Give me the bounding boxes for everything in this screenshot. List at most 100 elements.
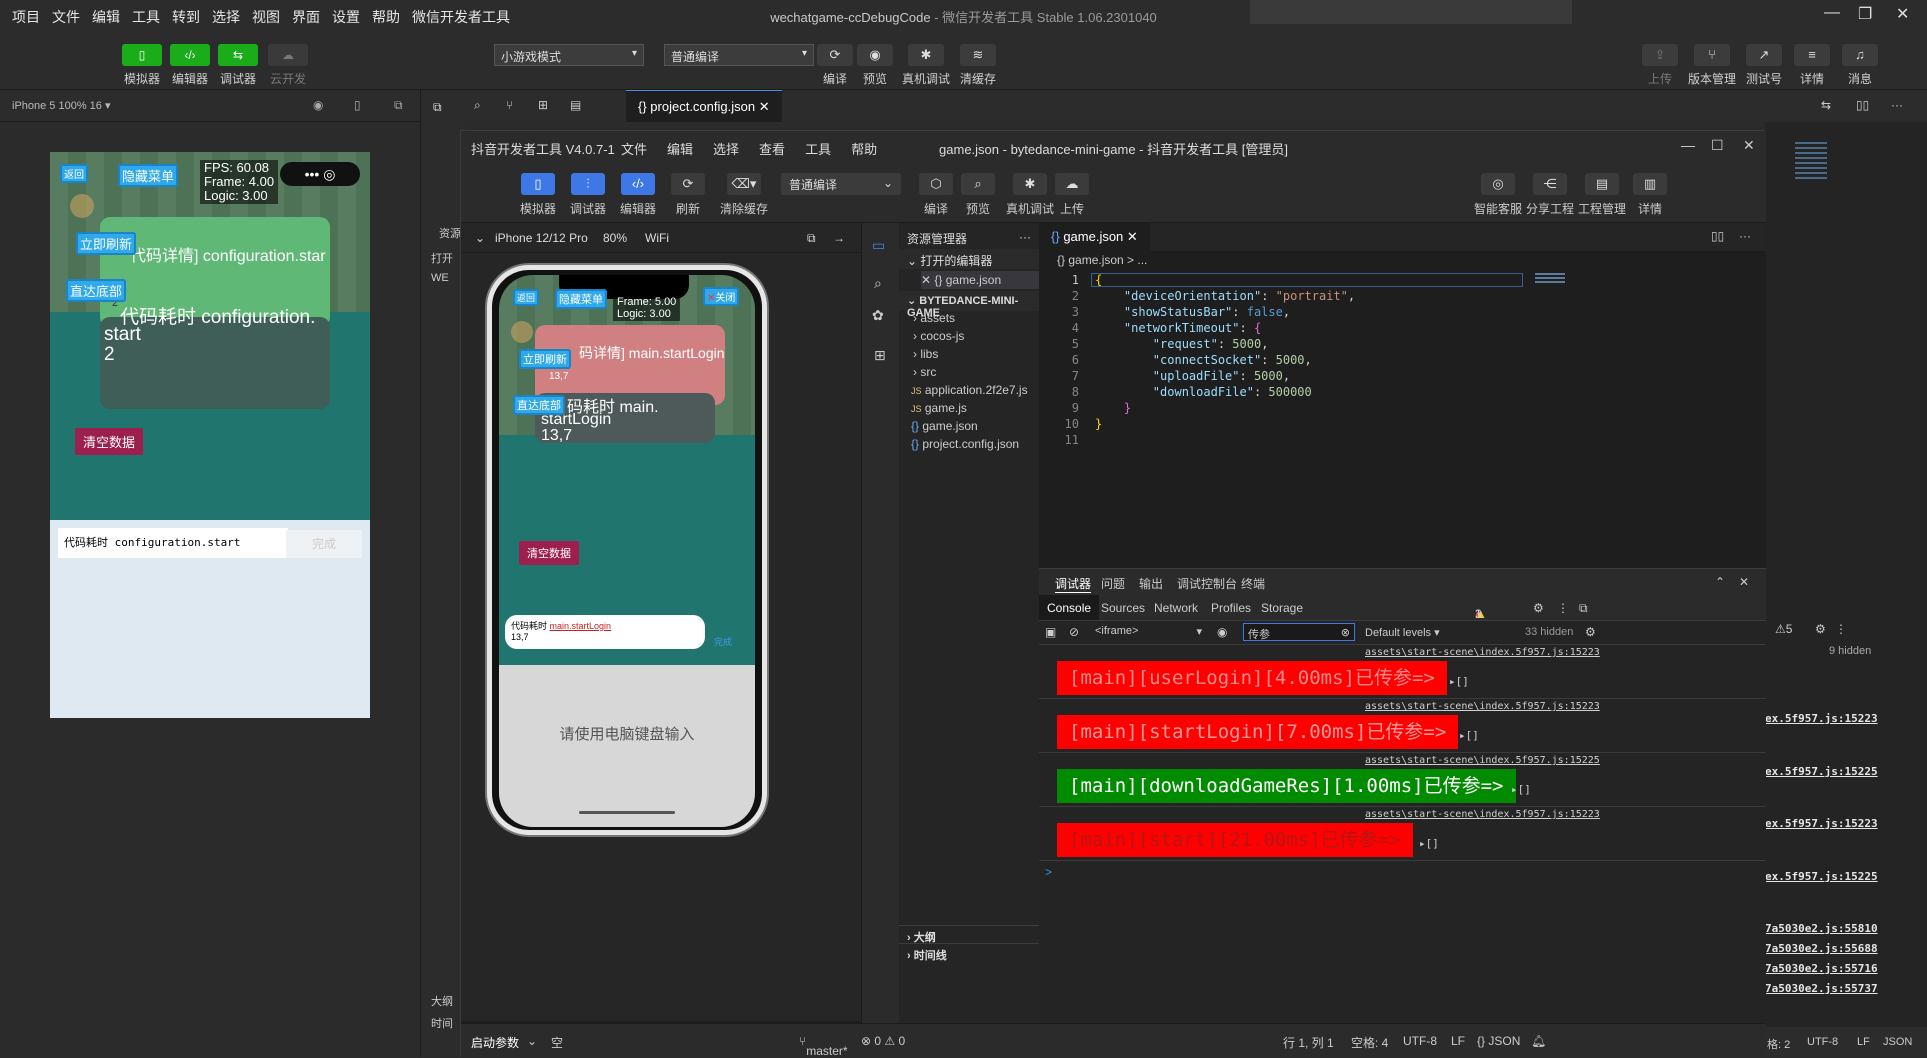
tab-sources[interactable]: Sources (1101, 601, 1145, 615)
source-link[interactable]: 7a5030e2.js:55810 (1765, 922, 1878, 935)
folder-src[interactable]: › src (913, 365, 936, 379)
outline-section[interactable]: › 大纲 (899, 925, 1039, 945)
tab-profiles[interactable]: Profiles (1211, 601, 1251, 615)
back-button[interactable]: 返回 (60, 164, 88, 183)
done-button[interactable]: 完成 (286, 530, 362, 558)
indent-status[interactable]: 空格: 4 (1351, 1034, 1388, 1051)
log-array[interactable]: ▸[] (1449, 675, 1469, 688)
panel-tab-output[interactable]: 输出 (1139, 575, 1163, 592)
search-icon[interactable]: ⌕ (874, 275, 882, 292)
minimize-icon[interactable]: — (1681, 137, 1695, 153)
folder-assets[interactable]: › assets (913, 311, 955, 325)
more-icon[interactable]: ··· (1019, 230, 1031, 244)
launch-params[interactable]: 启动参数 (471, 1034, 519, 1051)
file-game-json[interactable]: {} game.json (911, 419, 978, 433)
chevron-up-icon[interactable]: ⌃ (1715, 575, 1725, 589)
open-editor-item[interactable]: ✕ {} game.json (921, 271, 1039, 289)
simulator-button[interactable]: ▯ 模拟器 (122, 44, 162, 87)
tab-console[interactable]: Console (1039, 595, 1100, 620)
side-timeline[interactable]: 时间 (431, 1015, 453, 1031)
storage-icon[interactable]: ▤ (570, 98, 581, 112)
panel-tab-problems[interactable]: 问题 (1101, 575, 1125, 592)
folder-cocos[interactable]: › cocos-js (913, 329, 964, 343)
more-icon[interactable]: ··· (1739, 229, 1751, 243)
dy-close-button[interactable]: ✕关闭 (703, 287, 740, 306)
dy-clear-cache-button[interactable]: ⌫▾ 清除缓存 (719, 173, 769, 217)
clear-filter-icon[interactable]: ⊗ (1341, 626, 1350, 639)
source-link[interactable]: ex.5f957.js:15223 (1765, 817, 1878, 830)
settings-icon[interactable]: ⚙ (1585, 625, 1596, 639)
clear-data-button[interactable]: 清空数据 (75, 428, 144, 455)
dy-refresh-overlay-button[interactable]: 立即刷新 (519, 349, 571, 369)
dock-icon[interactable]: ⧉ (1579, 601, 1588, 616)
close-icon[interactable]: ✕ (1896, 4, 1909, 24)
close-icon[interactable]: ✕ (1743, 137, 1755, 154)
dy-clear-data-button[interactable]: 清空数据 (519, 541, 579, 565)
popout-icon[interactable]: ⧉ (394, 98, 403, 113)
gear-icon[interactable]: ⚙ (1815, 622, 1826, 636)
phone-icon[interactable]: ▯ (354, 98, 361, 112)
dy-input-field[interactable]: 代码耗时 main.startLogin 13,7 (505, 615, 705, 649)
dy-simulator-button[interactable]: ▯ 模拟器 (513, 173, 563, 217)
open-editors-section[interactable]: ⌄ 打开的编辑器 (899, 249, 1039, 269)
chevron-down-icon[interactable]: ⌄ (527, 1034, 537, 1048)
clear-cache-button[interactable]: ≋ 清缓存 (958, 44, 998, 87)
filter-input[interactable]: 传参 ⊗ (1243, 623, 1355, 641)
hide-menu-button[interactable]: 隐藏菜单 (118, 164, 179, 187)
maximize-icon[interactable]: ☐ (1711, 137, 1724, 154)
side-we[interactable]: WE (431, 272, 449, 284)
gear-icon[interactable]: ⚙ (1533, 601, 1544, 615)
dy-upload-button[interactable]: ☁ 上传 (1047, 173, 1097, 217)
source-link[interactable]: ex.5f957.js:15225 (1765, 870, 1878, 883)
problems-status[interactable]: ⊗ 0 ⚠ 0 (861, 1034, 905, 1048)
log-source-link[interactable]: assets\start-scene\index.5f957.js:15223 (1365, 647, 1746, 658)
minimize-icon[interactable]: — (1824, 4, 1840, 22)
wechat-game-view[interactable]: 代码详情] configuration.star 2 代码耗时 configur… (50, 152, 370, 520)
dy-done-button[interactable]: 完成 (714, 635, 732, 648)
restore-icon[interactable]: ❐ (1858, 4, 1872, 24)
tab-network[interactable]: Network (1154, 601, 1198, 615)
clear-console-icon[interactable]: ⊘ (1069, 625, 1079, 639)
device-select[interactable]: iPhone 5 100% 16 ▾ (12, 99, 110, 112)
dy-back-button[interactable]: 返回 (513, 289, 540, 306)
more-icon[interactable]: ··· (1891, 98, 1903, 112)
log-source-link[interactable]: assets\start-scene\index.5f957.js:15225 (1365, 755, 1746, 766)
dy-project-mgmt-button[interactable]: ▤ 工程管理 (1577, 173, 1627, 217)
git-icon[interactable]: ⑂ (506, 98, 513, 112)
files-icon[interactable]: ▭ (872, 237, 885, 254)
tab-game-json[interactable]: {} game.json ✕ (1039, 223, 1150, 251)
layout-icon[interactable]: ▯▯ (1856, 98, 1869, 112)
preview-button[interactable]: ◉ 预览 (855, 44, 895, 87)
dy-refresh-button[interactable]: ⟳ 刷新 (663, 173, 713, 217)
arrow-right-icon[interactable]: → (833, 231, 845, 245)
dy-editor-button[interactable]: ‹/› 编辑器 (613, 173, 663, 217)
source-link[interactable]: 7a5030e2.js:55688 (1765, 942, 1878, 955)
dy-zoom-select[interactable]: 80% (603, 231, 627, 245)
split-icon[interactable]: ⇆ (1821, 98, 1831, 112)
close-icon[interactable]: ✕ (1739, 575, 1749, 589)
source-link[interactable]: ex.5f957.js:15223 (1765, 712, 1878, 725)
dy-scroll-bottom-button[interactable]: 直达底部 (513, 395, 565, 415)
side-outline[interactable]: 大纲 (431, 993, 453, 1009)
folder-libs[interactable]: › libs (913, 347, 938, 361)
eye-icon[interactable]: ◉ (1217, 625, 1227, 639)
panel-tab-debug-console[interactable]: 调试控制台 (1177, 575, 1237, 592)
kebab-icon[interactable]: ⋮ (1557, 601, 1569, 615)
chevron-down-icon[interactable]: ⌄ (475, 231, 485, 245)
compile-mode-select[interactable]: 普通编译 (664, 44, 814, 66)
language-status[interactable]: {} JSON (1477, 1034, 1520, 1048)
code-area[interactable]: 1{ 2 "deviceOrientation": "portrait", 3 … (1039, 271, 1766, 471)
log-array[interactable]: ▸[] (1511, 783, 1531, 796)
details-button[interactable]: ≡ 详情 (1792, 44, 1832, 87)
dy-share-button[interactable]: ⋲ 分享工程 (1525, 173, 1575, 217)
file-application[interactable]: JS application.2f2e7.js (911, 383, 1028, 397)
messages-button[interactable]: ♫ 消息 (1840, 44, 1880, 87)
bell-icon[interactable]: 🔔︎ (1531, 1034, 1546, 1048)
input-field[interactable]: 代码耗时 configuration.start (58, 528, 288, 558)
popout-icon[interactable]: ⧉ (807, 231, 816, 246)
dy-smart-service-button[interactable]: ◎ 智能客服 (1473, 173, 1523, 217)
side-resources[interactable]: 资源 (439, 225, 461, 241)
files-icon[interactable]: ⧉ (433, 100, 442, 115)
extensions-icon[interactable]: ⊞ (874, 347, 886, 364)
split-editor-icon[interactable]: ▯▯ (1711, 229, 1724, 243)
